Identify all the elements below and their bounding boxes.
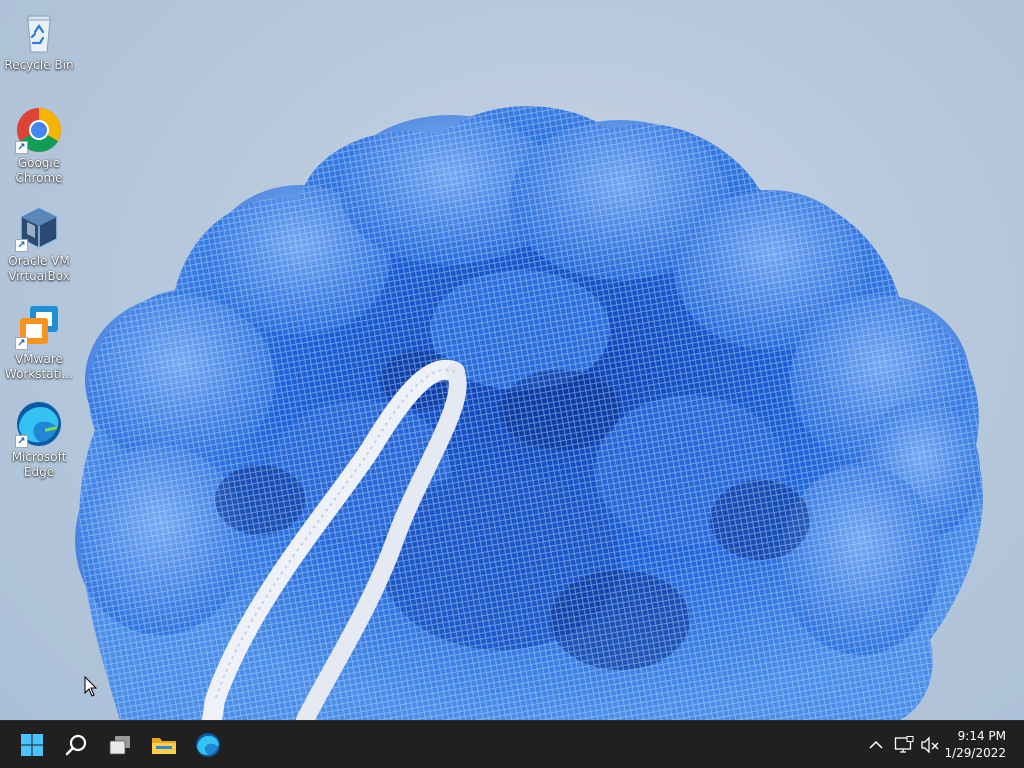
desktop-icon-recycle-bin[interactable]: Recycle Bin [3, 2, 75, 94]
shortcut-arrow-icon: ↗ [15, 239, 28, 252]
shortcut-arrow-icon: ↗ [15, 435, 28, 448]
file-explorer-button[interactable] [144, 725, 184, 765]
volume-button[interactable] [918, 733, 942, 757]
desktop-icon-label: Recycle Bin [4, 58, 74, 72]
shortcut-arrow-icon: ↗ [15, 141, 28, 154]
task-view-button[interactable] [100, 725, 140, 765]
edge-icon: ↗ [15, 400, 63, 448]
task-view-icon [109, 736, 130, 755]
network-icon [894, 736, 914, 753]
start-button[interactable] [12, 725, 52, 765]
vmware-icon: ↗ [15, 302, 63, 350]
desktop-icon-label: Oracle VM VirtualBox [8, 254, 70, 283]
search-icon [65, 734, 87, 756]
windows-start-icon [21, 734, 43, 756]
recycle-bin-icon [15, 8, 63, 56]
clock-date: 1/29/2022 [944, 746, 1006, 760]
desktop-icon-label: Microsoft Edge [11, 450, 67, 479]
desktop-icon-microsoft-edge[interactable]: ↗ Microsoft Edge [3, 394, 75, 486]
chevron-up-icon [869, 740, 883, 749]
desktop[interactable]: Recycle Bin ↗ Google Chrome ↗ Oracle VM … [0, 0, 1024, 720]
chrome-icon: ↗ [15, 106, 63, 154]
edge-taskbar-button[interactable] [188, 725, 228, 765]
clock-time: 9:14 PM [957, 729, 1006, 743]
mouse-cursor-icon [84, 676, 98, 697]
search-button[interactable] [56, 725, 96, 765]
wallpaper [75, 106, 983, 720]
desktop-icon-vmware-workstation[interactable]: ↗ VMware Workstati... [3, 296, 75, 388]
folder-icon [152, 738, 176, 754]
desktop-icon-google-chrome[interactable]: ↗ Google Chrome [3, 100, 75, 192]
virtualbox-icon: ↗ [15, 204, 63, 252]
show-hidden-icons-button[interactable] [866, 733, 886, 757]
edge-icon [196, 733, 220, 757]
desktop-icon-label: VMware Workstati... [4, 352, 74, 381]
network-button[interactable] [892, 733, 916, 757]
taskbar-clock[interactable]: 9:14 PM 1/29/2022 [944, 728, 1006, 762]
shortcut-arrow-icon: ↗ [15, 337, 28, 350]
volume-muted-icon [921, 736, 939, 754]
desktop-icon-oracle-vm-virtualbox[interactable]: ↗ Oracle VM VirtualBox [3, 198, 75, 290]
taskbar: 9:14 PM 1/29/2022 [0, 720, 1024, 768]
desktop-icon-label: Google Chrome [15, 156, 63, 185]
